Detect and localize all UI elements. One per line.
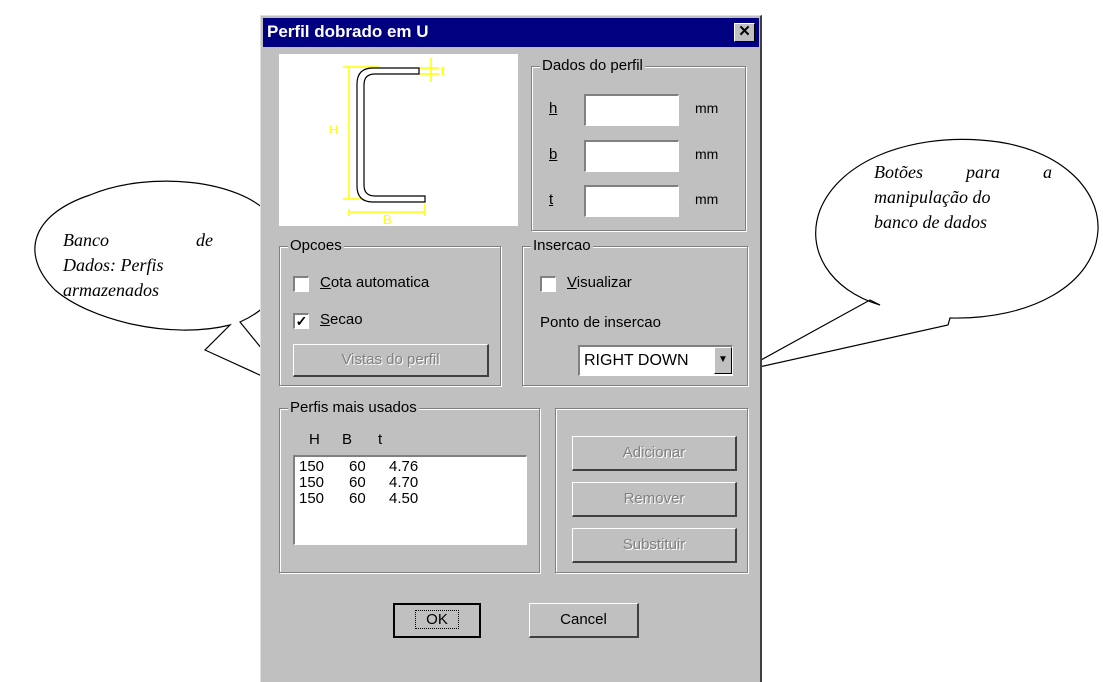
visualizar-label[interactable]: Visualizar	[567, 274, 632, 291]
cell-B: 60	[349, 474, 366, 491]
secao-label[interactable]: Secao	[320, 311, 363, 328]
opcoes-title: Opcoes	[288, 237, 344, 254]
cell-t: 4.70	[389, 474, 419, 491]
title-bar[interactable]: Perfil dobrado em U ✕	[263, 18, 759, 47]
profile-diagram: H B t	[279, 54, 518, 227]
cell-H: 150	[299, 474, 325, 491]
t-input[interactable]	[584, 185, 679, 217]
b-label: b	[549, 146, 558, 163]
close-icon: ✕	[738, 23, 751, 40]
cell-H: 150	[299, 490, 325, 507]
right-callout-word-3: a	[1042, 162, 1052, 182]
ponto-insercao-label: Ponto de insercao	[540, 314, 661, 331]
right-callout-line-2: manipulação do	[874, 187, 991, 207]
cell-B: 60	[349, 490, 366, 507]
visualizar-label-rest: isualizar	[576, 274, 632, 291]
u-profile-drawing: H B t	[329, 58, 445, 227]
adicionar-button[interactable]: Adicionar	[572, 436, 737, 471]
cell-t: 4.76	[389, 458, 419, 475]
t-unit: mm	[695, 191, 719, 207]
header-t: t	[378, 431, 383, 448]
secao-label-rest: ecao	[330, 311, 363, 328]
cell-B: 60	[349, 458, 366, 475]
remover-button[interactable]: Remover	[572, 482, 737, 517]
left-callout-word-2: de	[196, 230, 213, 250]
cota-automatica-label[interactable]: Cota automatica	[320, 274, 429, 291]
h-label: h	[549, 100, 558, 117]
perfis-group: Perfis mais usados H B t 150 60 4.76 150 60…	[279, 399, 540, 573]
insercao-group: Insercao Visualizar Ponto de insercao RI…	[522, 237, 748, 386]
ok-label: OK	[415, 610, 459, 629]
cell-H: 150	[299, 458, 325, 475]
ok-button[interactable]: OK	[393, 603, 481, 638]
substituir-button[interactable]: Substituir	[572, 528, 737, 563]
window-title: Perfil dobrado em U	[267, 22, 429, 41]
left-callout-line-3: armazenados	[63, 280, 160, 300]
close-button[interactable]: ✕	[734, 23, 755, 42]
dialog-window: Perfil dobrado em U ✕ H B t Dados do per…	[260, 15, 762, 682]
left-callout-word-1: Banco	[63, 230, 109, 250]
insercao-title: Insercao	[531, 237, 593, 254]
dropdown-button[interactable]: ▼	[714, 347, 732, 374]
right-callout-word-2: para	[965, 162, 1000, 182]
opcoes-group: Opcoes Cota automatica ✓ Secao Vistas do…	[279, 237, 501, 386]
right-callout-word-1: Botões	[874, 162, 923, 182]
header-B: B	[342, 431, 353, 448]
chevron-down-icon: ▼	[718, 354, 728, 365]
perfis-title: Perfis mais usados	[288, 399, 419, 416]
cota-automatica-label-rest: ota automatica	[330, 274, 430, 291]
diagram-label-H: H	[329, 122, 338, 137]
t-label: t	[549, 191, 554, 208]
ponto-insercao-select[interactable]: RIGHT DOWN ▼	[578, 345, 733, 376]
cancel-label: Cancel	[560, 611, 607, 628]
right-callout-text: Botões para a manipulação do banco de dado…	[874, 160, 1052, 235]
secao-checkbox[interactable]: ✓	[293, 313, 309, 329]
vistas-perfil-button[interactable]: Vistas do perfil	[293, 344, 489, 377]
checkmark-icon: ✓	[295, 313, 308, 329]
db-buttons-group: Adicionar Remover Substituir	[555, 408, 748, 573]
diagram-label-t: t	[441, 63, 445, 78]
header-H: H	[309, 431, 320, 448]
dados-perfil-group: Dados do perfil h mm b mm t mm	[531, 57, 746, 231]
perfis-listbox[interactable]: 150 60 4.76 150 60 4.70 150 60 4.50	[293, 455, 527, 545]
ponto-insercao-value: RIGHT DOWN	[584, 352, 689, 369]
left-callout-line-2: Dados: Perfis	[63, 255, 164, 275]
b-input[interactable]	[584, 140, 679, 172]
cota-automatica-checkbox[interactable]	[293, 276, 309, 292]
b-unit: mm	[695, 146, 719, 162]
right-callout-line-3: banco de dados	[874, 212, 987, 232]
diagram-label-B: B	[383, 212, 392, 226]
h-input[interactable]	[584, 94, 679, 126]
cell-t: 4.50	[389, 490, 419, 507]
dados-perfil-title: Dados do perfil	[540, 57, 645, 74]
visualizar-checkbox[interactable]	[540, 276, 556, 292]
h-unit: mm	[695, 100, 719, 116]
left-callout-text: Banco de Dados: Perfis armazenados	[63, 228, 213, 303]
cancel-button[interactable]: Cancel	[529, 603, 639, 638]
